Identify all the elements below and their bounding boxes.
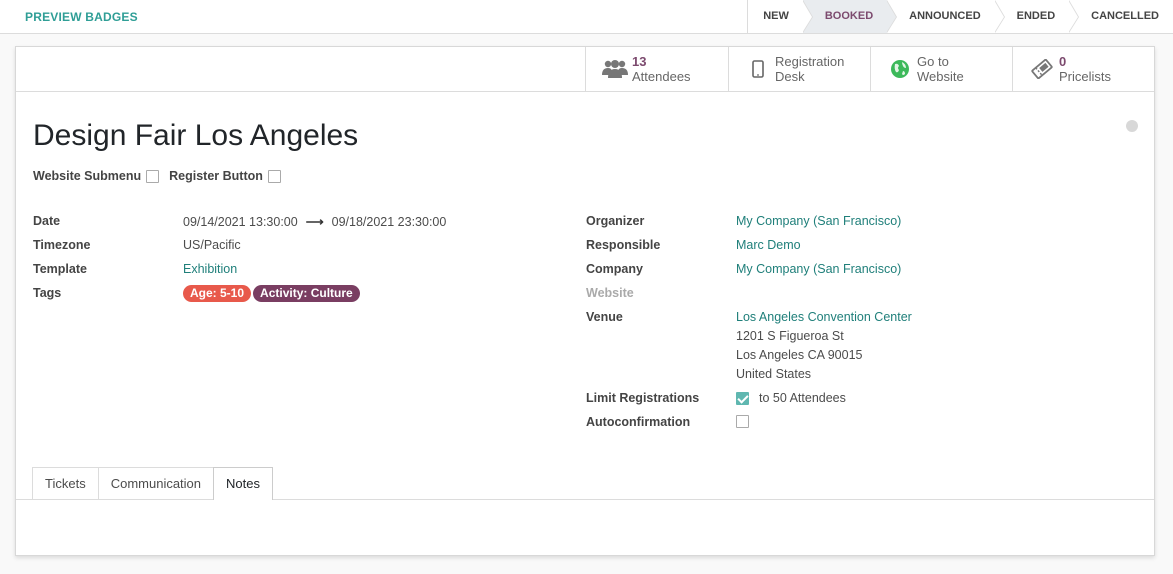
seats-limit-value[interactable]: to 50 Attendees — [759, 391, 846, 405]
website-submenu-label: Website Submenu — [33, 169, 142, 183]
tab-divider — [16, 499, 1154, 500]
company-link[interactable]: My Company (San Francisco) — [736, 262, 901, 276]
stage-new[interactable]: NEW — [748, 0, 813, 33]
website-submenu-checkbox[interactable] — [146, 169, 160, 183]
arrow-right-icon: ⟶ — [305, 215, 324, 229]
autoconfirmation-label: Autoconfirmation — [586, 415, 691, 429]
notebook-tabs: Tickets Communication Notes — [32, 467, 273, 500]
venue-street: 1201 S Figueroa St — [736, 329, 844, 343]
stage-booked[interactable]: BOOKED — [802, 0, 898, 33]
ticket-icon — [1025, 59, 1059, 79]
go-to-website-line2: Website — [917, 69, 964, 84]
register-button-label: Register Button — [169, 169, 263, 183]
limit-registrations-checkbox[interactable] — [736, 391, 749, 405]
template-link[interactable]: Exhibition — [183, 262, 237, 276]
organizer-label: Organizer — [586, 214, 645, 228]
company-label: Company — [586, 262, 643, 276]
website-options: Website Submenu Register Button — [33, 169, 291, 183]
kanban-state-indicator[interactable] — [1126, 120, 1138, 132]
status-bar: NEW BOOKED ANNOUNCED ENDED CANCELLED — [747, 0, 1173, 33]
responsible-link[interactable]: Marc Demo — [736, 238, 801, 252]
stage-ended[interactable]: ENDED — [994, 0, 1079, 33]
date-start[interactable]: 09/14/2021 13:30:00 — [183, 215, 298, 229]
date-range: 09/14/2021 13:30:00 ⟶ 09/18/2021 23:30:00 — [183, 214, 446, 229]
attendees-count: 13 — [632, 54, 647, 69]
attendees-label: Attendees — [632, 69, 691, 84]
limit-registrations-label: Limit Registrations — [586, 391, 700, 405]
tags-label: Tags — [33, 286, 62, 300]
autoconfirmation-checkbox[interactable] — [736, 415, 749, 428]
venue-label: Venue — [586, 310, 623, 324]
tab-communication[interactable]: Communication — [97, 467, 215, 500]
preview-badges-button[interactable]: PREVIEW BADGES — [25, 10, 138, 24]
register-button-checkbox[interactable] — [267, 169, 281, 183]
registration-desk-line2: Desk — [775, 69, 805, 84]
users-icon — [598, 59, 632, 79]
date-label: Date — [33, 214, 61, 228]
tab-notes[interactable]: Notes — [213, 467, 273, 500]
venue-city: Los Angeles CA 90015 — [736, 348, 863, 362]
stage-cancelled[interactable]: CANCELLED — [1069, 0, 1173, 33]
tag-badge[interactable]: Age: 5-10 — [183, 285, 252, 302]
event-title[interactable]: Design Fair Los Angeles — [33, 119, 358, 153]
go-to-website-smart-button[interactable]: Go to Website — [870, 47, 1013, 91]
limit-registrations-field: to 50 Attendees — [736, 391, 846, 405]
template-label: Template — [33, 262, 87, 276]
stage-announced[interactable]: ANNOUNCED — [887, 0, 1005, 33]
timezone-value[interactable]: US/Pacific — [183, 238, 241, 252]
venue-link[interactable]: Los Angeles Convention Center — [736, 310, 912, 324]
responsible-label: Responsible — [586, 238, 661, 252]
date-end[interactable]: 09/18/2021 23:30:00 — [332, 215, 447, 229]
registration-desk-smart-button[interactable]: Registration Desk — [728, 47, 871, 91]
pricelists-smart-button[interactable]: 0 Pricelists — [1012, 47, 1154, 91]
organizer-link[interactable]: My Company (San Francisco) — [736, 214, 901, 228]
website-label: Website — [586, 286, 634, 300]
tags-list: Age: 5-10 Activity: Culture — [183, 285, 362, 302]
form-sheet: 13 Attendees Registration Desk Go to Web… — [15, 46, 1155, 556]
attendees-smart-button[interactable]: 13 Attendees — [585, 47, 728, 91]
pricelists-count: 0 — [1059, 54, 1067, 69]
control-panel: PREVIEW BADGES NEW BOOKED ANNOUNCED ENDE… — [0, 0, 1173, 34]
globe-icon — [883, 59, 917, 79]
venue-country: United States — [736, 367, 812, 381]
go-to-website-line1: Go to — [917, 54, 949, 69]
smart-button-box: 13 Attendees Registration Desk Go to Web… — [16, 47, 1154, 92]
timezone-label: Timezone — [33, 238, 91, 252]
tab-tickets[interactable]: Tickets — [32, 467, 99, 500]
registration-desk-line1: Registration — [775, 54, 845, 69]
mobile-icon — [741, 60, 775, 78]
autoconfirmation-field — [736, 415, 759, 428]
pricelists-label: Pricelists — [1059, 69, 1112, 84]
tag-badge[interactable]: Activity: Culture — [253, 285, 360, 302]
